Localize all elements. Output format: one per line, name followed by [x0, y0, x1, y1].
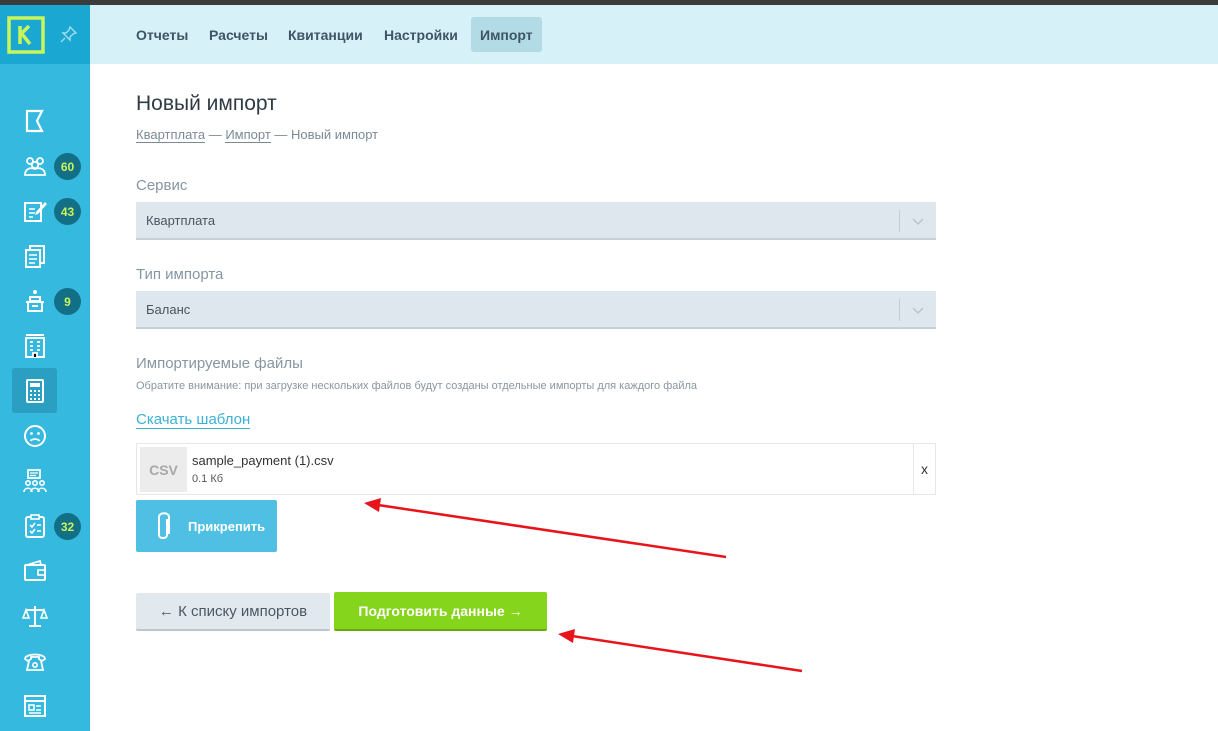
sidebar-item-buildings[interactable] — [12, 323, 57, 368]
breadcrumb-kvartplata-link[interactable]: Квартплата — [136, 127, 206, 143]
residents-icon — [23, 156, 46, 176]
remove-file-button[interactable]: x — [913, 444, 935, 494]
import-files-label: Импортируемые файлы — [136, 355, 303, 372]
file-size: 0.1 Кб — [192, 473, 224, 485]
breadcrumb: Квартплата — Импорт — Новый импорт — [136, 127, 379, 143]
breadcrumb-import-link[interactable]: Импорт — [225, 127, 271, 143]
tab-import[interactable]: Импорт — [471, 17, 542, 52]
sidebar-item-website[interactable] — [12, 683, 57, 728]
wallet-icon — [23, 559, 46, 581]
chevron-down-icon[interactable] — [912, 215, 924, 227]
import-type-select-value: Баланс — [146, 301, 191, 317]
breadcrumb-separator: — — [208, 127, 222, 142]
edit-document-icon — [23, 201, 47, 222]
tasks-count-badge: 32 — [54, 513, 81, 540]
tab-calculations[interactable]: Расчеты — [200, 17, 277, 52]
attach-button-label: Прикрепить — [188, 518, 266, 534]
attached-file-row: CSV sample_payment (1).csv 0.1 Кб x — [136, 443, 936, 495]
import-type-select[interactable]: Баланс — [136, 291, 936, 329]
file-name: sample_payment (1).csv — [192, 453, 334, 468]
sidebar-item-legal[interactable] — [12, 593, 57, 638]
logo-area — [0, 5, 90, 64]
sidebar-item-meetings[interactable] — [12, 458, 57, 503]
sidebar-item-complaints[interactable] — [12, 413, 57, 458]
residents-count-badge: 60 — [54, 153, 81, 180]
attach-file-button[interactable]: Прикрепить — [136, 500, 277, 552]
breadcrumb-separator: — — [274, 127, 288, 142]
requests-count-badge: 43 — [54, 198, 81, 225]
meeting-icon — [22, 468, 47, 492]
checklist-icon — [24, 513, 45, 538]
phone-icon — [23, 653, 46, 671]
flag-icon — [25, 109, 44, 132]
service-label: Сервис — [136, 177, 188, 194]
tab-receipts[interactable]: Квитанции — [279, 17, 372, 52]
back-to-imports-button[interactable]: ← К списку импортов — [136, 593, 330, 631]
pin-icon[interactable] — [60, 25, 78, 43]
annotation-arrow-button — [558, 629, 803, 673]
sidebar-item-payments[interactable] — [12, 548, 57, 593]
scales-icon — [21, 605, 48, 627]
tab-reports[interactable]: Отчеты — [127, 17, 197, 52]
sidebar-item-documents[interactable] — [12, 233, 57, 278]
sidebar-item-dispatch[interactable] — [12, 638, 57, 683]
paperclip-icon — [158, 512, 170, 539]
building-icon — [24, 333, 45, 358]
sidebar-item-main[interactable] — [12, 98, 57, 143]
breadcrumb-current: Новый импорт — [291, 127, 379, 142]
download-template-link[interactable]: Скачать шаблон — [136, 411, 251, 429]
page-title: Новый импорт — [136, 92, 277, 115]
csv-file-icon: CSV — [140, 447, 187, 492]
meters-count-badge: 9 — [54, 288, 81, 315]
annotation-arrow-file — [364, 498, 727, 559]
import-files-note: Обратите внимание: при загрузке нескольк… — [136, 380, 698, 392]
sidebar: 60 43 9 32 — [0, 5, 90, 731]
calculator-icon — [25, 378, 44, 403]
sidebar-item-requests[interactable] — [12, 188, 57, 233]
sidebar-item-meters[interactable] — [12, 278, 57, 323]
service-select-value: Квартплата — [146, 212, 216, 228]
tab-settings[interactable]: Настройки — [375, 17, 467, 52]
sidebar-item-residents[interactable] — [12, 143, 57, 188]
import-type-label: Тип импорта — [136, 266, 224, 283]
sad-face-icon — [23, 424, 46, 447]
meter-icon — [25, 289, 44, 312]
select-divider — [899, 299, 900, 321]
sidebar-item-calculations[interactable] — [12, 368, 57, 413]
logo-icon[interactable] — [7, 16, 45, 54]
select-divider — [899, 210, 900, 232]
browser-window-icon — [23, 694, 46, 717]
prepare-data-button[interactable]: Подготовить данные → — [334, 592, 547, 631]
top-navigation: Отчеты Расчеты Квитанции Настройки Импор… — [90, 5, 1218, 64]
chevron-down-icon[interactable] — [912, 304, 924, 316]
sidebar-item-tasks[interactable] — [12, 503, 57, 548]
service-select[interactable]: Квартплата — [136, 202, 936, 240]
documents-icon — [24, 244, 45, 268]
